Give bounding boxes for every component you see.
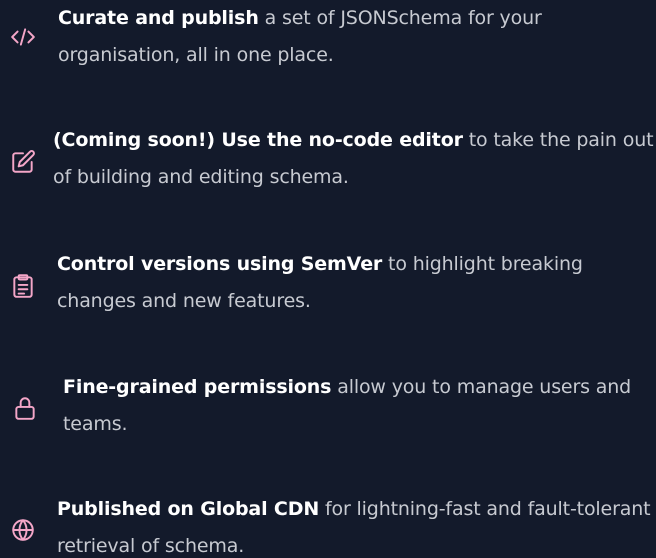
feature-description: allow you to manage users and <box>331 376 632 398</box>
feature-description: for lightning-fast and fault-tolerant <box>319 498 651 520</box>
feature-description-line2: changes and new features. <box>57 290 311 312</box>
feature-title: Published on Global CDN <box>57 498 320 520</box>
feature-text: Curate and publish a set of JSONSchema f… <box>58 0 542 74</box>
feature-permissions: Fine-grained permissions allow you to ma… <box>0 369 656 449</box>
feature-description-line2: organisation, all in one place. <box>58 44 334 66</box>
feature-global-cdn: Published on Global CDN for lightning-fa… <box>0 491 656 558</box>
feature-text: Fine-grained permissions allow you to ma… <box>63 369 631 443</box>
feature-description-line2: retrieval of schema. <box>57 535 245 557</box>
feature-no-code-editor: (Coming soon!) Use the no-code editor to… <box>0 122 656 202</box>
feature-title: Curate and publish <box>58 7 259 29</box>
feature-description: a set of JSONSchema for your <box>258 7 542 29</box>
feature-description-line2: teams. <box>63 413 128 435</box>
feature-text: Control versions using SemVer to highlig… <box>57 246 583 320</box>
feature-text: Published on Global CDN for lightning-fa… <box>57 491 651 558</box>
feature-title: Fine-grained permissions <box>63 376 332 398</box>
clipboard-icon <box>10 273 36 299</box>
feature-description: to take the pain out <box>462 129 654 151</box>
edit-icon <box>10 149 36 175</box>
feature-text: (Coming soon!) Use the no-code editor to… <box>53 122 654 196</box>
feature-description-line2: of building and editing schema. <box>53 166 349 188</box>
feature-semver: Control versions using SemVer to highlig… <box>0 246 656 326</box>
features-panel: { "features": [ { "icon": "code-icon", "… <box>0 0 656 558</box>
globe-icon <box>10 517 36 543</box>
lock-icon <box>12 395 38 421</box>
feature-description: to highlight breaking <box>382 253 583 275</box>
feature-curate-publish: Curate and publish a set of JSONSchema f… <box>0 0 656 80</box>
feature-title: Control versions using SemVer <box>57 253 383 275</box>
feature-title: (Coming soon!) Use the no-code editor <box>53 129 463 151</box>
code-icon <box>10 24 36 50</box>
